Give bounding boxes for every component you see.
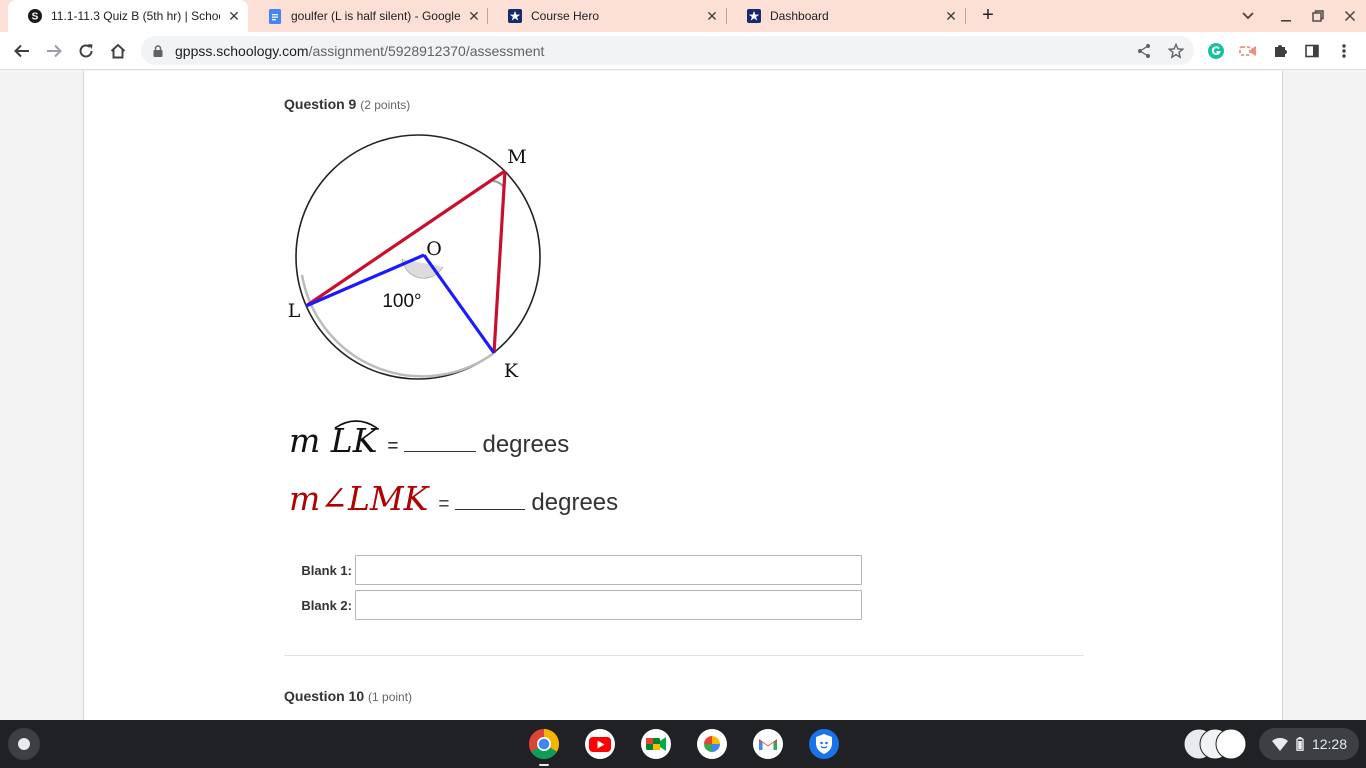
restore-icon[interactable] bbox=[1302, 0, 1334, 32]
arc-lk-equation: m LK = degrees bbox=[289, 420, 570, 460]
minimize-icon[interactable] bbox=[1270, 0, 1302, 32]
tab-course-hero[interactable]: Course Hero ✕ bbox=[488, 0, 726, 32]
arc-lk-label: LK bbox=[331, 420, 377, 460]
arc-lk-blank-line bbox=[404, 434, 477, 452]
label-k: K bbox=[504, 360, 519, 382]
reload-icon bbox=[79, 44, 93, 58]
back-button[interactable] bbox=[6, 35, 38, 67]
address-bar[interactable]: gppss.schoology.com/assignment/592891237… bbox=[141, 36, 1194, 65]
running-app-indicator bbox=[539, 764, 549, 766]
blank-1-label: Blank 1: bbox=[301, 562, 352, 578]
course-hero-icon bbox=[508, 9, 522, 23]
question-9-heading: Question 9 (2 points) bbox=[284, 96, 411, 112]
back-arrow-icon bbox=[14, 44, 29, 58]
launcher-icon bbox=[18, 738, 30, 750]
degrees-unit: degrees bbox=[531, 489, 619, 516]
os-shelf: 12:28 bbox=[0, 720, 1366, 768]
angle-lmk-blank-line bbox=[455, 492, 526, 510]
tab-title: Course Hero bbox=[531, 9, 600, 23]
angle-lmk-expression: m∠LMK bbox=[289, 479, 429, 518]
blank-2-label: Blank 2: bbox=[301, 597, 352, 613]
tab-title: Dashboard bbox=[770, 9, 829, 23]
reload-button[interactable] bbox=[70, 35, 102, 67]
extensions-puzzle-icon[interactable] bbox=[1264, 35, 1296, 67]
label-l: L bbox=[288, 300, 301, 322]
question-10-heading: Question 10 (1 point) bbox=[284, 688, 413, 704]
google-meet-app-icon[interactable] bbox=[640, 728, 672, 760]
tab-schoology-quiz[interactable]: S 11.1-11.3 Quiz B (5th hr) | Schoology … bbox=[8, 0, 248, 32]
degrees-unit: degrees bbox=[482, 431, 570, 458]
gmail-app-icon[interactable] bbox=[752, 728, 784, 760]
svg-text:S: S bbox=[32, 12, 39, 23]
equals-sign: = bbox=[438, 494, 450, 515]
security-shield-app-icon[interactable] bbox=[808, 728, 840, 760]
question-points: (2 points) bbox=[360, 98, 411, 112]
google-docs-icon bbox=[268, 8, 282, 24]
share-icon[interactable] bbox=[1136, 43, 1152, 59]
tab-strip: S 11.1-11.3 Quiz B (5th hr) | Schoology … bbox=[0, 0, 1366, 32]
menu-kebab-icon[interactable] bbox=[1328, 35, 1360, 67]
arc-hat-symbol bbox=[334, 420, 378, 429]
tab-google-docs[interactable]: goulfer (L is half silent) - Google Docs… bbox=[248, 0, 488, 32]
system-tray[interactable]: 12:28 bbox=[1259, 728, 1359, 760]
close-window-icon[interactable] bbox=[1334, 0, 1366, 32]
question-divider bbox=[284, 655, 1084, 656]
screencast-extension-icon[interactable] bbox=[1232, 35, 1264, 67]
equals-sign: = bbox=[387, 436, 399, 457]
close-tab-icon[interactable]: ✕ bbox=[220, 8, 248, 25]
youtube-app-icon[interactable] bbox=[584, 728, 616, 760]
arc-lk-expression: m LK bbox=[289, 420, 377, 460]
close-tab-icon[interactable]: ✕ bbox=[698, 8, 726, 25]
forward-button[interactable] bbox=[38, 35, 70, 67]
url-text: gppss.schoology.com/assignment/592891237… bbox=[175, 42, 545, 59]
schoology-icon: S bbox=[28, 9, 42, 23]
grammarly-extension-icon[interactable] bbox=[1200, 35, 1232, 67]
tab-separator bbox=[965, 8, 966, 24]
battery-icon bbox=[1296, 737, 1304, 751]
home-icon bbox=[110, 43, 126, 59]
angle-lmk-equation: m∠LMK = degrees bbox=[289, 479, 618, 518]
blank-1-input[interactable] bbox=[355, 555, 862, 585]
browser-toolbar: gppss.schoology.com/assignment/592891237… bbox=[0, 32, 1366, 70]
new-tab-button[interactable]: + bbox=[976, 4, 1000, 28]
clock-time: 12:28 bbox=[1311, 736, 1347, 752]
close-tab-icon[interactable]: ✕ bbox=[937, 8, 965, 25]
user-avatars-pod[interactable] bbox=[1183, 728, 1247, 760]
tab-title: goulfer (L is half silent) - Google Docs bbox=[291, 9, 460, 23]
course-hero-icon bbox=[747, 9, 761, 23]
close-tab-icon[interactable]: ✕ bbox=[460, 8, 488, 25]
blank-2-input[interactable] bbox=[355, 590, 862, 620]
page-viewport: Question 9 (2 points) M O L K 100° m LK … bbox=[0, 71, 1366, 720]
tab-dashboard[interactable]: Dashboard ✕ bbox=[727, 0, 965, 32]
google-photos-app-icon[interactable] bbox=[696, 728, 728, 760]
label-o: O bbox=[426, 238, 442, 260]
label-angle-100: 100° bbox=[382, 291, 421, 312]
home-button[interactable] bbox=[102, 35, 134, 67]
lock-icon[interactable] bbox=[153, 44, 165, 57]
chrome-app-icon[interactable] bbox=[528, 728, 560, 760]
circle-diagram: M O L K 100° bbox=[288, 134, 541, 382]
launcher-button[interactable] bbox=[8, 728, 40, 760]
label-m: M bbox=[507, 146, 526, 168]
tab-search-icon[interactable] bbox=[1232, 0, 1264, 32]
forward-arrow-icon bbox=[47, 44, 62, 58]
side-panel-icon[interactable] bbox=[1296, 35, 1328, 67]
tab-title: 11.1-11.3 Quiz B (5th hr) | Schoology bbox=[51, 9, 220, 23]
bookmark-star-icon[interactable] bbox=[1167, 42, 1185, 59]
assessment-content: Question 9 (2 points) M O L K 100° m LK … bbox=[83, 71, 1283, 720]
blank-2-row: Blank 2: bbox=[298, 590, 862, 620]
wifi-icon bbox=[1271, 737, 1288, 751]
question-points: (1 point) bbox=[368, 690, 413, 704]
blank-1-row: Blank 1: bbox=[298, 555, 862, 585]
